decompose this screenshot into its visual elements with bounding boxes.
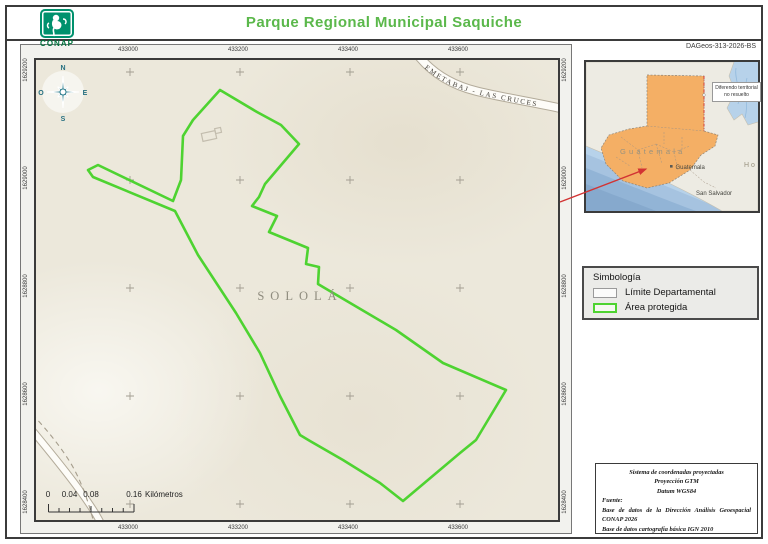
compass-north-label: N [60, 65, 65, 72]
axis-label-bottom: 433400 [328, 525, 368, 531]
scale-ticks [48, 503, 136, 513]
department-label: SOLOLÁ [257, 289, 342, 303]
compass-south-label: S [61, 116, 66, 123]
axis-label-top: 433600 [438, 47, 478, 53]
axis-label-left: 1628400 [23, 485, 31, 519]
capital-city-marker [670, 165, 673, 168]
axis-label-right: 1629000 [562, 161, 570, 195]
city-label: San Salvador [696, 191, 732, 197]
axis-label-top: 433000 [108, 47, 148, 53]
legend-item-area: Área protegida [593, 302, 748, 313]
axis-label-right: 1628400 [562, 485, 570, 519]
conap-logo-text: CONAP [36, 39, 78, 48]
header: Parque Regional Municipal Saquiche [7, 7, 761, 41]
compass-west-label: O [38, 90, 44, 97]
scale-number: 0.16 [126, 490, 142, 499]
legend-item-limite: Límite Departamental [593, 287, 748, 298]
axis-label-left: 1628600 [23, 377, 31, 411]
fuente-label: Fuente: [602, 496, 751, 505]
axis-label-bottom: 433200 [218, 525, 258, 531]
country-label: Guatemala [620, 147, 686, 156]
locator-map: Guatemala Guatemala San Salvador Ho Dife… [584, 60, 760, 213]
axis-label-right: 1629200 [562, 53, 570, 87]
scale-number: 0 [46, 490, 50, 499]
territorial-note: Diferendo territorial no resuelto [712, 82, 761, 102]
projection-line: Proyección GTM [602, 477, 751, 486]
legend-item-label: Área protegida [625, 302, 687, 313]
axis-label-top: 433200 [218, 47, 258, 53]
axis-label-right: 1628600 [562, 377, 570, 411]
source-line: Base de datos cartografía básica IGN 201… [602, 525, 751, 534]
scale-number: 0.08 [83, 490, 99, 499]
axis-label-left: 1628800 [23, 269, 31, 303]
building-icon [201, 127, 223, 141]
legend-item-label: Límite Departamental [625, 287, 716, 298]
axis-label-left: 1629000 [23, 161, 31, 195]
conap-logo: CONAP [36, 9, 78, 48]
conap-emblem-icon [40, 9, 74, 38]
document-code: DAGeos-313-2026-BS [686, 43, 756, 50]
axis-label-bottom: 433000 [108, 525, 148, 531]
map-frame: 433000 433200 433400 433600 433000 43320… [20, 44, 572, 534]
scale-unit-label: Kilómetros [145, 490, 183, 499]
honduras-label: Ho [744, 162, 757, 169]
legend-title: Simbología [593, 272, 748, 283]
datum-line: Datum WGS84 [602, 487, 751, 496]
axis-label-bottom: 433600 [438, 525, 478, 531]
quetzal-icon [40, 9, 74, 38]
main-map: EMETABAJ - LAS CRUCES SOLOLÁ N [34, 58, 560, 522]
note-anchor-marker [703, 94, 706, 97]
protected-area-swatch [593, 303, 617, 313]
compass-rose-icon [42, 71, 84, 113]
scale-number: 0.04 [62, 490, 78, 499]
axis-label-left: 1629200 [23, 53, 31, 87]
axis-label-top: 433400 [328, 47, 368, 53]
map-sheet: Parque Regional Municipal Saquiche CONAP… [0, 0, 768, 544]
department-boundary-swatch [593, 288, 617, 298]
coordinate-system-line: Sistema de coordenadas proyectadas [602, 468, 751, 477]
scale-bar: 0 0.04 0.08 0.16 Kilómetros [48, 490, 238, 518]
legend: Simbología Límite Departamental Área pro… [582, 266, 759, 320]
axis-label-right: 1628800 [562, 269, 570, 303]
compass-east-label: E [83, 90, 88, 97]
source-info-box: Sistema de coordenadas proyectadas Proye… [595, 463, 758, 534]
grid-crosses [126, 68, 464, 508]
page-title: Parque Regional Municipal Saquiche [7, 14, 761, 31]
city-label: Guatemala [676, 165, 706, 171]
map-canvas: EMETABAJ - LAS CRUCES SOLOLÁ N [36, 60, 558, 520]
source-line: Base de datos de la Dirección Análisis G… [602, 506, 751, 525]
